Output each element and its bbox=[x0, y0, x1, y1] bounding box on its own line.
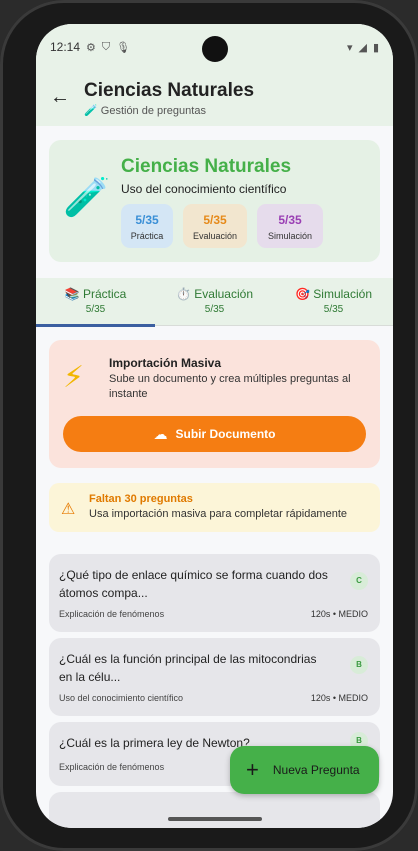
settings-icon: ⚙ bbox=[86, 41, 96, 54]
app-header: 12:14 ⚙ ⛉ 🎙 ▾ ◢ ▮ ← Ciencias Naturales 🧪… bbox=[36, 24, 393, 126]
lightning-icon: ⚡ bbox=[63, 361, 85, 394]
app-screen: 12:14 ⚙ ⛉ 🎙 ▾ ◢ ▮ ← Ciencias Naturales 🧪… bbox=[36, 24, 393, 828]
books-icon: 📚 bbox=[64, 287, 80, 301]
tab-simulacion[interactable]: 🎯 Simulación 5/35 bbox=[274, 278, 393, 326]
active-tab-indicator bbox=[36, 324, 155, 327]
tab-evaluacion[interactable]: ⏱️ Evaluación 5/35 bbox=[155, 278, 274, 326]
wifi-icon: ▾ bbox=[346, 41, 353, 54]
status-time: 12:14 bbox=[50, 40, 81, 54]
tab-practica[interactable]: 📚 Práctica 5/35 bbox=[36, 278, 155, 327]
page-subtitle: 🧪 Gestión de preguntas bbox=[84, 105, 206, 117]
mic-icon: 🎙 bbox=[116, 41, 131, 54]
answer-badge: C bbox=[350, 572, 368, 590]
test-tube-icon: 🧪 bbox=[63, 177, 111, 219]
cloud-upload-icon: ☁ bbox=[153, 425, 168, 442]
chip-practica: 5/35 Práctica bbox=[121, 204, 173, 248]
new-question-button[interactable]: + Nueva Pregunta bbox=[230, 746, 379, 794]
question-text: ¿Cuál es la función principal de las mit… bbox=[59, 652, 317, 684]
import-title: Importación Masiva bbox=[109, 356, 222, 370]
shield-icon: ⛉ bbox=[101, 40, 111, 53]
bulk-import-card: ⚡ Importación Masiva Sube un documento y… bbox=[49, 340, 380, 468]
mode-tabs: 📚 Práctica 5/35 ⏱️ Evaluación 5/35 🎯 Sim… bbox=[36, 278, 393, 327]
stopwatch-icon: ⏱️ bbox=[175, 287, 191, 301]
question-card[interactable]: ¿Cuál es la función principal de las mit… bbox=[49, 638, 380, 716]
chip-evaluacion: 5/35 Evaluación bbox=[183, 204, 247, 248]
answer-badge: B bbox=[350, 656, 368, 674]
question-text: ¿Qué tipo de enlace químico se forma cua… bbox=[59, 568, 328, 600]
phone-frame: 12:14 ⚙ ⛉ 🎙 ▾ ◢ ▮ ← Ciencias Naturales 🧪… bbox=[0, 0, 418, 851]
import-description: Sube un documento y crea múltiples pregu… bbox=[109, 373, 351, 400]
page-title: Ciencias Naturales bbox=[84, 80, 255, 101]
flask-icon: 🧪 bbox=[84, 105, 98, 117]
missing-questions-alert: ⚠ Faltan 30 preguntas Usa importación ma… bbox=[49, 483, 380, 532]
alert-description: Usa importación masiva para completar rá… bbox=[89, 508, 348, 520]
question-category: Explicación de fenómenos bbox=[59, 762, 165, 772]
upload-document-button[interactable]: ☁ Subir Documento bbox=[63, 416, 366, 452]
subject-card: 🧪 Ciencias Naturales Uso del conocimient… bbox=[49, 140, 380, 262]
subject-description: Uso del conocimiento científico bbox=[121, 182, 287, 196]
subject-title: Ciencias Naturales bbox=[121, 156, 292, 177]
back-arrow-icon[interactable]: ← bbox=[50, 86, 72, 108]
signal-icon: ◢ bbox=[358, 41, 367, 54]
target-icon: 🎯 bbox=[295, 287, 310, 301]
chip-simulacion: 5/35 Simulación bbox=[257, 204, 323, 248]
question-meta: 120s • MEDIO bbox=[310, 693, 368, 703]
question-category: Explicación de fenómenos bbox=[59, 609, 165, 619]
question-meta: 120s • MEDIO bbox=[310, 609, 368, 619]
question-category: Uso del conocimiento científico bbox=[59, 693, 184, 703]
home-indicator[interactable] bbox=[168, 817, 262, 821]
alert-title: Faltan 30 preguntas bbox=[89, 493, 193, 505]
warning-icon: ⚠ bbox=[61, 501, 76, 518]
question-card[interactable] bbox=[49, 792, 380, 828]
battery-icon: ▮ bbox=[372, 41, 379, 54]
question-card[interactable]: ¿Qué tipo de enlace químico se forma cua… bbox=[49, 554, 380, 632]
plus-icon: + bbox=[246, 757, 259, 782]
camera-cutout bbox=[202, 36, 228, 62]
